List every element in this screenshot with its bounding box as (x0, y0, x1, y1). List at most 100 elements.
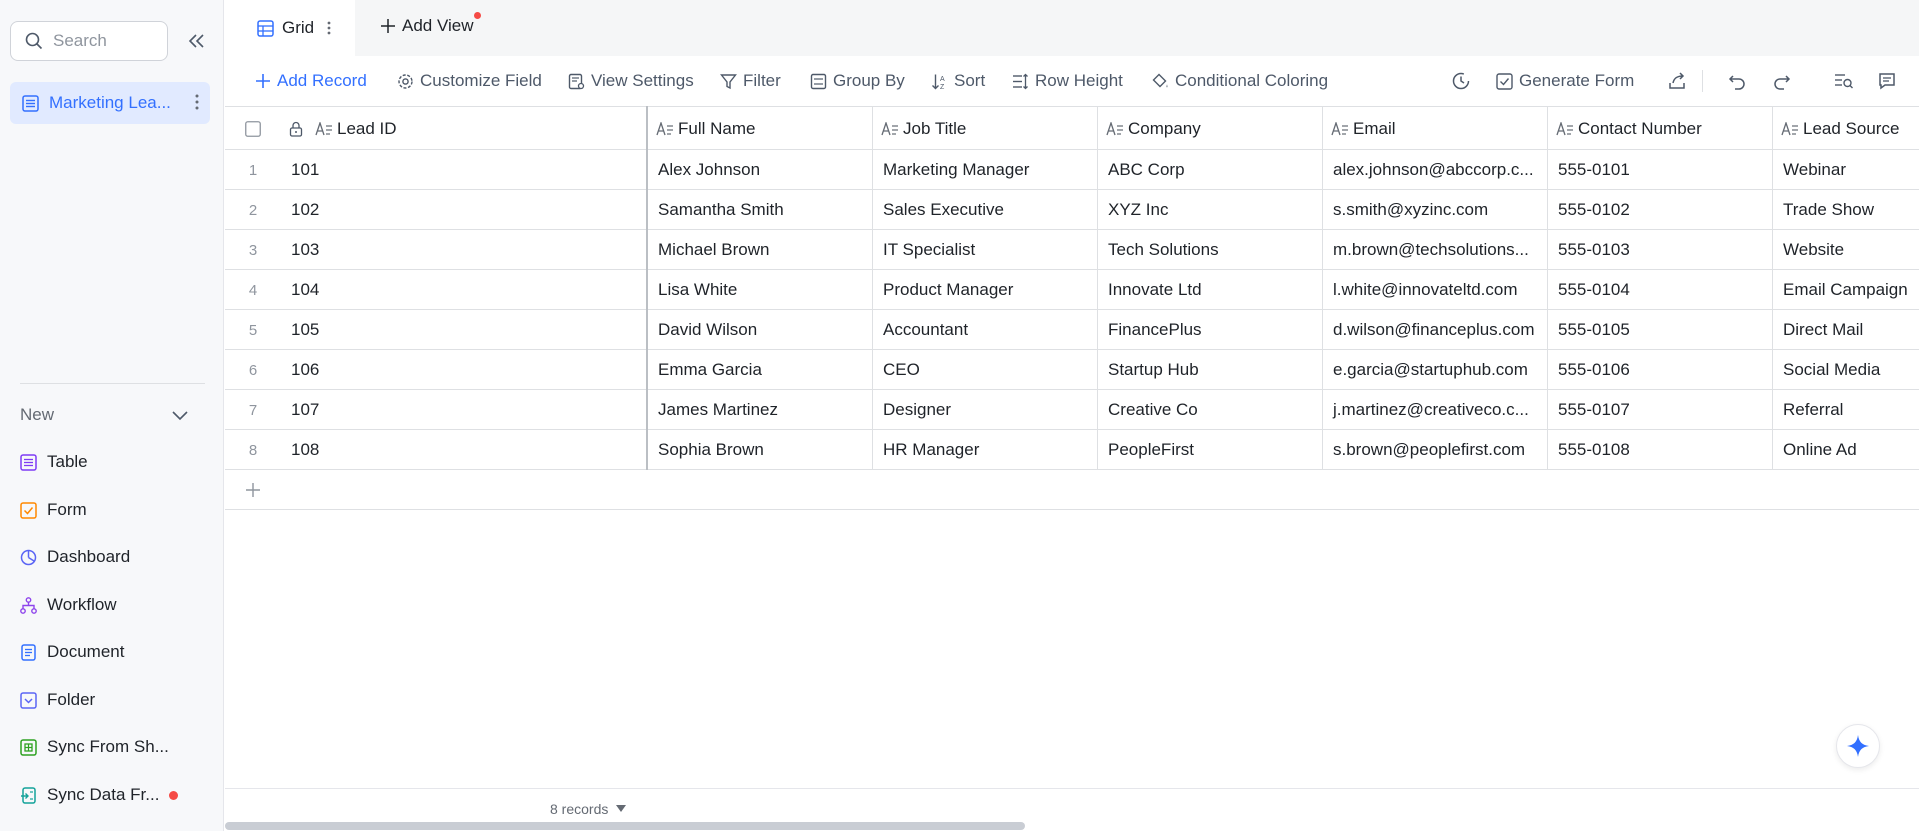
cell-job-title[interactable]: Designer (873, 390, 1098, 430)
cell-lead-source[interactable]: Website (1773, 230, 1919, 270)
cell-lead-source[interactable]: Webinar (1773, 150, 1919, 190)
redo-icon[interactable] (1773, 72, 1791, 90)
table-row[interactable]: 4 104 Lisa White Product Manager Innovate Lt… (225, 270, 1919, 310)
cell-job-title[interactable]: Product Manager (873, 270, 1098, 310)
cell-email[interactable]: d.wilson@financeplus.com (1323, 310, 1548, 350)
table-row[interactable]: 8 108 Sophia Brown HR Manager PeopleFirst s.b… (225, 430, 1919, 470)
cell-contact-number[interactable]: 555-0107 (1548, 390, 1773, 430)
cell-contact-number[interactable]: 555-0101 (1548, 150, 1773, 190)
cell-job-title[interactable]: Sales Executive (873, 190, 1098, 230)
cell-lead-id[interactable]: 106 (281, 350, 646, 390)
cell-lead-id[interactable]: 103 (281, 230, 646, 270)
cell-contact-number[interactable]: 555-0102 (1548, 190, 1773, 230)
cell-job-title[interactable]: Accountant (873, 310, 1098, 350)
search-input[interactable]: Search (10, 21, 168, 61)
cell-lead-source[interactable]: Email Campaign (1773, 270, 1919, 310)
column-header-email[interactable]: Email (1323, 107, 1548, 151)
cell-email[interactable]: s.brown@peoplefirst.com (1323, 430, 1548, 470)
add-record-button[interactable]: Add Record (255, 56, 367, 106)
cell-contact-number[interactable]: 555-0108 (1548, 430, 1773, 470)
cell-company[interactable]: Innovate Ltd (1098, 270, 1323, 310)
generate-form-button[interactable]: Generate Form (1496, 56, 1634, 106)
new-workflow[interactable]: Workflow (20, 590, 210, 620)
share-icon[interactable] (1668, 72, 1686, 90)
select-all-checkbox[interactable] (245, 121, 261, 137)
filter-button[interactable]: Filter (720, 56, 781, 106)
cell-email[interactable]: l.white@innovateltd.com (1323, 270, 1548, 310)
cell-full-name[interactable]: Lisa White (648, 270, 873, 310)
new-sync-from-sheet[interactable]: Sync From Sh... (20, 732, 210, 762)
view-settings-button[interactable]: View Settings (568, 56, 694, 106)
new-table[interactable]: Table (20, 447, 210, 477)
cell-company[interactable]: Tech Solutions (1098, 230, 1323, 270)
undo-icon[interactable] (1728, 72, 1746, 90)
new-dashboard[interactable]: Dashboard (20, 542, 210, 572)
table-row[interactable]: 2 102 Samantha Smith Sales Executive XYZ Inc… (225, 190, 1919, 230)
cell-contact-number[interactable]: 555-0105 (1548, 310, 1773, 350)
cell-job-title[interactable]: HR Manager (873, 430, 1098, 470)
column-header-full-name[interactable]: Full Name (648, 107, 873, 151)
cell-lead-id[interactable]: 101 (281, 150, 646, 190)
cell-full-name[interactable]: James Martinez (648, 390, 873, 430)
cell-full-name[interactable]: Emma Garcia (648, 350, 873, 390)
horizontal-scrollbar[interactable] (225, 822, 1025, 830)
new-folder[interactable]: Folder (20, 685, 210, 715)
cell-lead-source[interactable]: Online Ad (1773, 430, 1919, 470)
column-header-contact-number[interactable]: Contact Number (1548, 107, 1773, 151)
cell-job-title[interactable]: CEO (873, 350, 1098, 390)
add-row-button[interactable] (225, 470, 1919, 510)
cell-full-name[interactable]: Michael Brown (648, 230, 873, 270)
cell-email[interactable]: alex.johnson@abccorp.c... (1323, 150, 1548, 190)
row-height-button[interactable]: Row Height (1012, 56, 1123, 106)
collapse-sidebar-icon[interactable] (186, 30, 208, 52)
tab-grid[interactable]: Grid (225, 0, 355, 56)
frozen-column-divider[interactable] (646, 106, 648, 470)
more-vertical-icon[interactable] (326, 19, 332, 37)
column-header-job-title[interactable]: Job Title (873, 107, 1098, 151)
find-icon[interactable] (1834, 72, 1854, 90)
new-document[interactable]: Document (20, 637, 210, 667)
cell-company[interactable]: Creative Co (1098, 390, 1323, 430)
cell-company[interactable]: FinancePlus (1098, 310, 1323, 350)
history-icon[interactable] (1451, 71, 1471, 91)
new-form[interactable]: Form (20, 495, 210, 525)
cell-contact-number[interactable]: 555-0104 (1548, 270, 1773, 310)
cell-email[interactable]: e.garcia@startuphub.com (1323, 350, 1548, 390)
cell-email[interactable]: m.brown@techsolutions... (1323, 230, 1548, 270)
cell-lead-id[interactable]: 102 (281, 190, 646, 230)
cell-lead-id[interactable]: 108 (281, 430, 646, 470)
sort-button[interactable]: AZ Sort (931, 56, 985, 106)
cell-lead-source[interactable]: Direct Mail (1773, 310, 1919, 350)
cell-email[interactable]: s.smith@xyzinc.com (1323, 190, 1548, 230)
table-row[interactable]: 3 103 Michael Brown IT Specialist Tech Solut… (225, 230, 1919, 270)
cell-contact-number[interactable]: 555-0103 (1548, 230, 1773, 270)
comment-icon[interactable] (1878, 72, 1896, 90)
cell-full-name[interactable]: Sophia Brown (648, 430, 873, 470)
conditional-coloring-button[interactable]: Conditional Coloring (1152, 56, 1328, 106)
ai-assistant-button[interactable] (1836, 724, 1880, 768)
table-row[interactable]: 6 106 Emma Garcia CEO Startup Hub e.garcia@st… (225, 350, 1919, 390)
column-header-lead-source[interactable]: Lead Source (1773, 107, 1919, 151)
cell-full-name[interactable]: Alex Johnson (648, 150, 873, 190)
customize-field-button[interactable]: Customize Field (397, 56, 542, 106)
cell-lead-source[interactable]: Referral (1773, 390, 1919, 430)
table-row[interactable]: 1 101 Alex Johnson Marketing Manager ABC Cor… (225, 150, 1919, 190)
sidebar-item-marketing-leads[interactable]: Marketing Lea... (10, 82, 210, 124)
record-count[interactable]: 8 records (550, 801, 627, 817)
cell-job-title[interactable]: IT Specialist (873, 230, 1098, 270)
new-section-toggle[interactable]: New (20, 400, 190, 430)
cell-contact-number[interactable]: 555-0106 (1548, 350, 1773, 390)
cell-lead-source[interactable]: Social Media (1773, 350, 1919, 390)
group-by-button[interactable]: Group By (810, 56, 905, 106)
add-view-button[interactable]: Add View (380, 12, 481, 36)
cell-company[interactable]: PeopleFirst (1098, 430, 1323, 470)
cell-lead-id[interactable]: 104 (281, 270, 646, 310)
cell-full-name[interactable]: Samantha Smith (648, 190, 873, 230)
more-vertical-icon[interactable] (194, 92, 200, 112)
cell-company[interactable]: ABC Corp (1098, 150, 1323, 190)
cell-lead-id[interactable]: 105 (281, 310, 646, 350)
column-header-lead-id[interactable]: Lead ID (281, 107, 646, 151)
table-row[interactable]: 5 105 David Wilson Accountant FinancePlus d.w… (225, 310, 1919, 350)
cell-job-title[interactable]: Marketing Manager (873, 150, 1098, 190)
table-row[interactable]: 7 107 James Martinez Designer Creative Co j.m… (225, 390, 1919, 430)
